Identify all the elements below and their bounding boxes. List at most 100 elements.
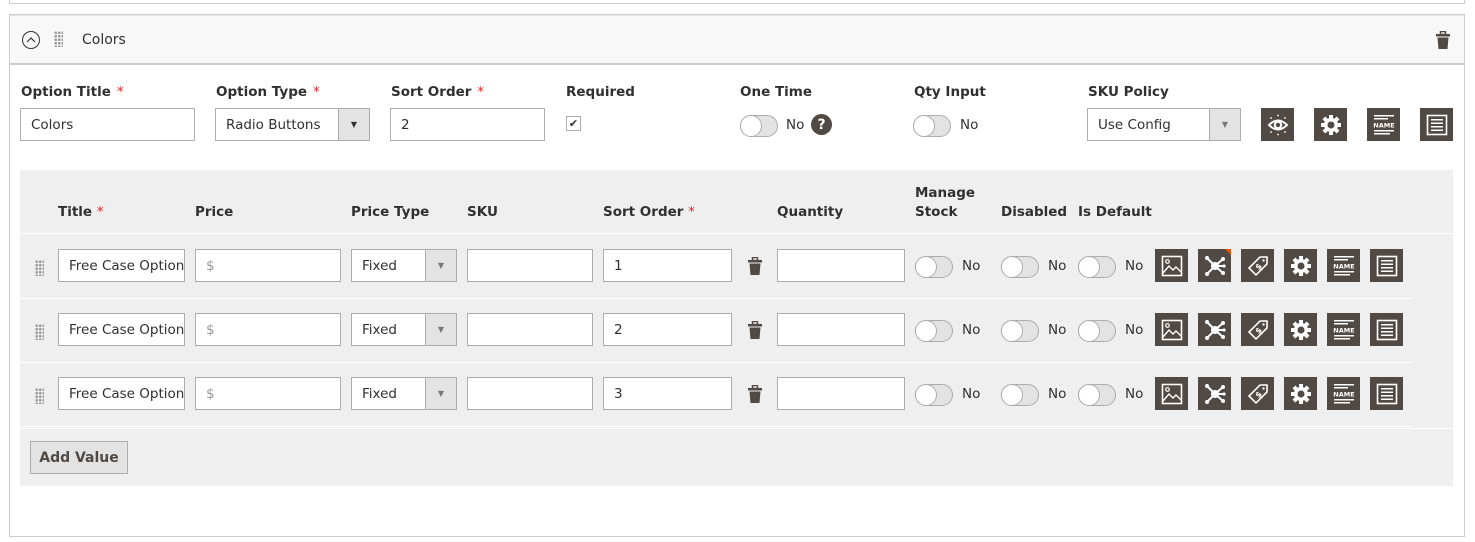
name-template-icon[interactable]: NAME xyxy=(1327,377,1360,410)
value-price-input[interactable]: $ xyxy=(195,249,341,282)
value-row: Free Case Option $ Fixed ▼ 3 No No No $ xyxy=(20,363,1413,427)
value-title-input[interactable]: Free Case Option xyxy=(58,249,185,282)
sku-policy-select[interactable]: Use Config ▼ xyxy=(1087,108,1241,141)
previous-option-frame xyxy=(9,0,1465,4)
one-time-state: No xyxy=(786,117,805,133)
value-quantity-input[interactable] xyxy=(777,313,905,346)
value-sku-input[interactable] xyxy=(467,249,593,282)
price-tag-icon[interactable]: $ xyxy=(1241,377,1274,410)
add-value-button[interactable]: Add Value xyxy=(30,441,128,474)
modified-flag xyxy=(1225,249,1231,255)
values-table-header: Title * Price Price Type SKU Sort Order … xyxy=(20,170,1453,234)
required-checkbox[interactable]: ✔ xyxy=(566,116,581,131)
value-sku-input[interactable] xyxy=(467,313,593,346)
value-row: Free Case Option $ Fixed ▼ 2 No No No $ xyxy=(20,299,1413,363)
value-quantity-input[interactable] xyxy=(777,377,905,410)
price-type-value: Fixed xyxy=(362,321,397,338)
is-default-state: No xyxy=(1125,258,1144,274)
dependency-icon[interactable] xyxy=(1198,249,1231,282)
name-template-icon[interactable]: NAME xyxy=(1327,313,1360,346)
row-drag-handle-icon[interactable] xyxy=(35,260,44,276)
qty-input-label: Qty Input xyxy=(914,84,986,100)
price-type-value: Fixed xyxy=(362,257,397,274)
settings-icon[interactable] xyxy=(1314,108,1347,141)
settings-icon[interactable] xyxy=(1284,249,1317,282)
qty-input-state: No xyxy=(960,117,979,133)
drag-handle-icon[interactable] xyxy=(54,31,63,47)
is-default-toggle[interactable] xyxy=(1078,384,1116,406)
manage-stock-toggle[interactable] xyxy=(915,320,953,342)
help-question-icon[interactable]: ? xyxy=(811,114,832,135)
disabled-toggle[interactable] xyxy=(1001,320,1039,342)
settings-icon[interactable] xyxy=(1284,377,1317,410)
name-template-icon[interactable]: NAME xyxy=(1327,249,1360,282)
option-type-select[interactable]: Radio Buttons ▼ xyxy=(215,108,370,141)
row-drag-handle-icon[interactable] xyxy=(35,324,44,340)
description-icon[interactable] xyxy=(1370,313,1403,346)
svg-text:NAME: NAME xyxy=(1333,262,1354,270)
value-price-type-select[interactable]: Fixed ▼ xyxy=(351,249,457,282)
description-icon[interactable] xyxy=(1420,108,1453,141)
value-sku-input[interactable] xyxy=(467,377,593,410)
collapse-chevron-icon[interactable] xyxy=(22,31,40,49)
col-title: Title * xyxy=(58,204,104,220)
value-title-input[interactable]: Free Case Option xyxy=(58,313,185,346)
is-default-state: No xyxy=(1125,386,1144,402)
option-values-grid: Title * Price Price Type SKU Sort Order … xyxy=(20,170,1453,486)
value-price-input[interactable]: $ xyxy=(195,377,341,410)
description-icon[interactable] xyxy=(1370,377,1403,410)
add-value-area: Add Value xyxy=(20,428,1453,486)
dependency-icon[interactable] xyxy=(1198,313,1231,346)
dropdown-arrow-icon: ▼ xyxy=(425,378,456,409)
is-default-state: No xyxy=(1125,322,1144,338)
delete-value-trash-icon[interactable] xyxy=(748,384,762,407)
row-drag-handle-icon[interactable] xyxy=(35,388,44,404)
manage-stock-toggle[interactable] xyxy=(915,256,953,278)
qty-input-toggle[interactable] xyxy=(913,115,951,137)
image-icon[interactable] xyxy=(1155,249,1188,282)
value-price-input[interactable]: $ xyxy=(195,313,341,346)
delete-value-trash-icon[interactable] xyxy=(748,256,762,279)
col-manage-stock: Manage Stock xyxy=(915,185,976,220)
value-title-input[interactable]: Free Case Option xyxy=(58,377,185,410)
disabled-state: No xyxy=(1048,386,1067,402)
manage-stock-toggle[interactable] xyxy=(915,384,953,406)
is-default-toggle[interactable] xyxy=(1078,320,1116,342)
price-tag-icon[interactable]: $ xyxy=(1241,313,1274,346)
delete-value-trash-icon[interactable] xyxy=(748,320,762,343)
value-sort-order-input[interactable]: 2 xyxy=(603,313,732,346)
col-sku: SKU xyxy=(467,204,498,220)
sort-order-input[interactable]: 2 xyxy=(390,108,545,141)
sort-order-label: Sort Order * xyxy=(391,84,485,100)
disabled-toggle[interactable] xyxy=(1001,256,1039,278)
value-price-type-select[interactable]: Fixed ▼ xyxy=(351,313,457,346)
disabled-toggle[interactable] xyxy=(1001,384,1039,406)
price-tag-icon[interactable]: $ xyxy=(1241,249,1274,282)
option-header-title: Colors xyxy=(82,32,126,48)
svg-text:$: $ xyxy=(1253,261,1264,272)
value-sort-order-input[interactable]: 1 xyxy=(603,249,732,282)
value-price-type-select[interactable]: Fixed ▼ xyxy=(351,377,457,410)
one-time-toggle[interactable] xyxy=(740,115,778,137)
sku-policy-value: Use Config xyxy=(1098,116,1171,133)
image-icon[interactable] xyxy=(1155,313,1188,346)
description-icon[interactable] xyxy=(1370,249,1403,282)
svg-text:NAME: NAME xyxy=(1333,390,1354,398)
delete-option-trash-icon[interactable] xyxy=(1436,30,1450,53)
value-quantity-input[interactable] xyxy=(777,249,905,282)
visibility-icon[interactable] xyxy=(1261,108,1294,141)
dependency-icon[interactable] xyxy=(1198,377,1231,410)
required-label: Required xyxy=(566,84,635,100)
manage-stock-state: No xyxy=(962,322,981,338)
option-title-input[interactable]: Colors xyxy=(20,108,195,141)
dropdown-arrow-icon: ▼ xyxy=(425,314,456,345)
is-default-toggle[interactable] xyxy=(1078,256,1116,278)
settings-icon[interactable] xyxy=(1284,313,1317,346)
price-type-value: Fixed xyxy=(362,385,397,402)
col-sort-order: Sort Order * xyxy=(603,204,695,220)
svg-text:NAME: NAME xyxy=(1333,326,1354,334)
manage-stock-state: No xyxy=(962,258,981,274)
value-sort-order-input[interactable]: 3 xyxy=(603,377,732,410)
name-template-icon[interactable]: NAME xyxy=(1367,108,1400,141)
image-icon[interactable] xyxy=(1155,377,1188,410)
